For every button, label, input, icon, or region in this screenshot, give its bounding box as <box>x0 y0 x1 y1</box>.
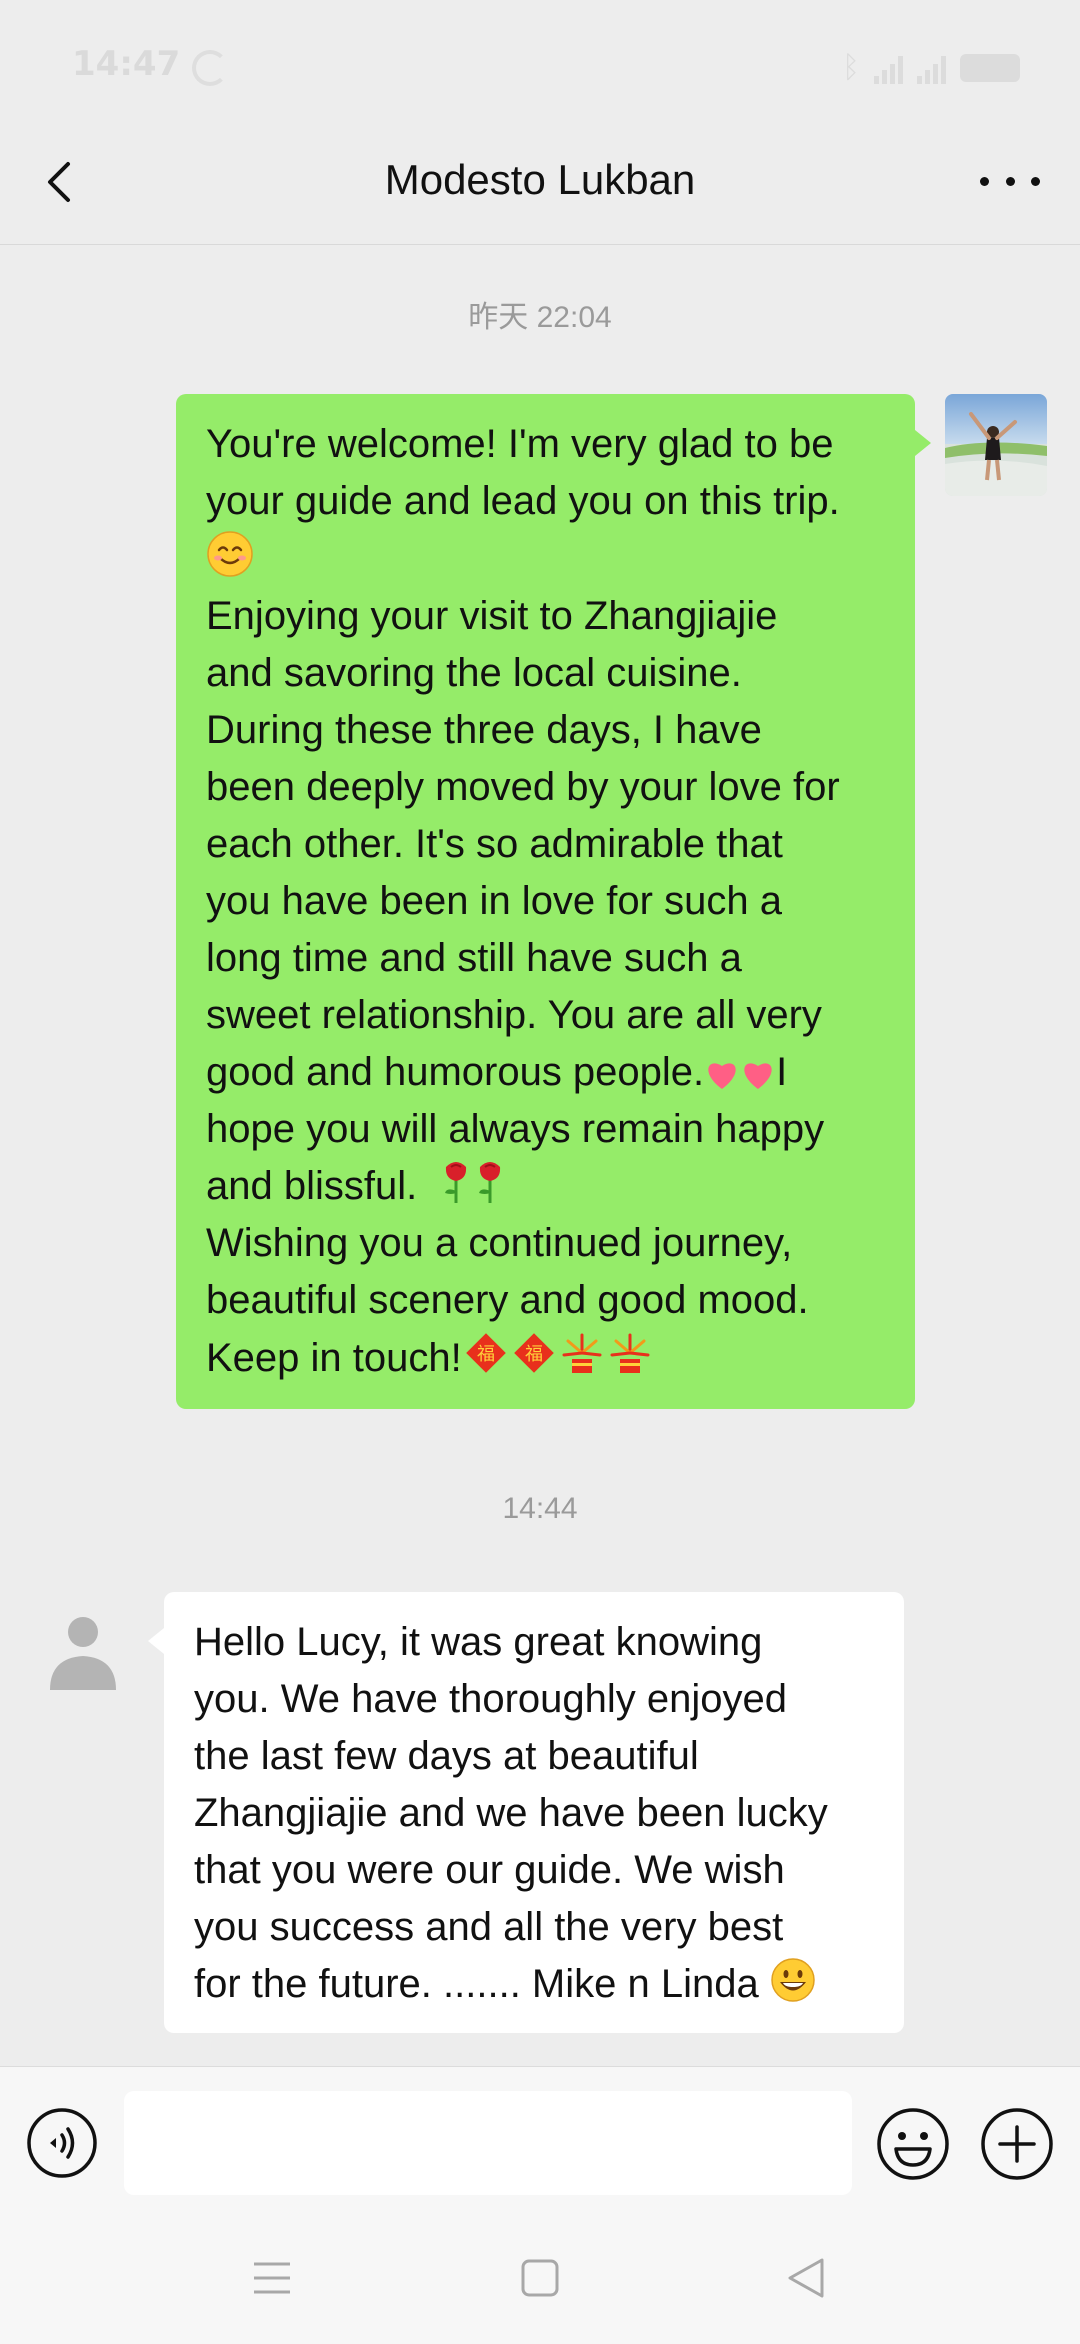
svg-text:福: 福 <box>525 1344 543 1365</box>
rose-emoji <box>445 1162 467 1203</box>
message-line: hope you will always remain happy <box>206 1107 825 1151</box>
message-line: you success and all the very best <box>194 1905 784 1949</box>
more-dot <box>1031 176 1040 186</box>
chat-header: Modesto Lukban <box>0 120 1080 245</box>
svg-text:福: 福 <box>477 1344 495 1365</box>
message-line: you have been in love for such a <box>206 879 782 923</box>
message-line: Zhangjiajie and we have been lucky <box>194 1791 828 1835</box>
status-icons: ᛒ <box>842 50 1020 85</box>
fortune-diamond-emoji: 福 <box>513 1333 554 1373</box>
default-person-icon <box>50 1617 116 1690</box>
sync-icon <box>192 50 228 86</box>
sent-message-bubble[interactable]: You're welcome! I'm very glad to be your… <box>176 394 931 1409</box>
message-text: and blissful. <box>206 1164 418 1208</box>
message-line: you. We have thoroughly enjoyed <box>194 1677 787 1721</box>
my-avatar[interactable] <box>945 394 1047 496</box>
fortune-diamond-emoji: 福 <box>465 1333 506 1373</box>
signal-icon-2 <box>917 52 946 84</box>
message-line: You're welcome! I'm very glad to be <box>206 422 834 466</box>
smiling-face-emoji <box>207 531 253 577</box>
message-text: Keep in touch! <box>206 1336 462 1380</box>
voice-icon <box>27 2108 97 2178</box>
smiley-icon <box>877 2108 949 2180</box>
chat-screen: 14:47 ᛒ Modesto Lukban 昨天 22:04 You're w… <box>0 0 1080 2344</box>
plus-circle-icon <box>981 2108 1053 2180</box>
message-line: been deeply moved by your love for <box>206 765 840 809</box>
message-timestamp: 昨天 22:04 <box>468 301 612 334</box>
message-line: Keep in touch! 福 福 <box>206 1329 893 1387</box>
heart-emoji <box>708 1063 736 1089</box>
status-time: 14:47 <box>72 44 181 84</box>
message-line: good and humorous people. I <box>206 1044 893 1101</box>
message-line: for the future. ....... Mike n Linda <box>194 1956 880 2013</box>
home-button[interactable] <box>520 2258 560 2298</box>
status-bar: 14:47 ᛒ <box>0 0 1080 120</box>
avatar-photo <box>945 394 1047 496</box>
back-triangle-icon <box>788 2258 824 2298</box>
fireworks-emoji <box>610 1333 650 1373</box>
voice-button[interactable] <box>26 2107 98 2179</box>
heart-emoji <box>744 1063 772 1089</box>
home-square-icon <box>521 2259 559 2297</box>
grinning-face-emoji <box>771 1958 815 2002</box>
message-input[interactable] <box>124 2091 852 2195</box>
fireworks-emoji <box>562 1333 602 1373</box>
message-line: sweet relationship. You are all very <box>206 993 822 1037</box>
message-text: good and humorous people. <box>206 1050 705 1094</box>
recents-button[interactable] <box>252 2258 292 2298</box>
message-line: Wishing you a continued journey, <box>206 1221 793 1265</box>
bluetooth-icon: ᛒ <box>842 50 860 85</box>
emoji-button[interactable] <box>876 2107 950 2181</box>
message-line: that you were our guide. We wish <box>194 1848 785 1892</box>
rose-emoji <box>479 1162 501 1203</box>
message-line: and blissful. <box>206 1158 893 1215</box>
system-back-button[interactable] <box>786 2256 826 2300</box>
system-nav-bar <box>0 2220 1080 2344</box>
message-line: During these three days, I have <box>206 708 762 752</box>
message-line: the last few days at beautiful <box>194 1734 699 1778</box>
more-dot <box>1005 176 1015 186</box>
message-timestamp: 14:44 <box>502 1492 578 1525</box>
received-message-bubble[interactable]: Hello Lucy, it was great knowing you. We… <box>148 1592 904 2033</box>
battery-icon <box>960 53 1020 82</box>
message-text: for the future. ....... Mike n Linda <box>194 1962 759 2006</box>
message-line: Hello Lucy, it was great knowing <box>194 1620 763 1664</box>
signal-icon <box>874 52 903 84</box>
more-button[interactable] <box>980 166 1040 196</box>
message-text: I <box>776 1050 788 1094</box>
message-line: each other. It's so admirable that <box>206 822 783 866</box>
more-options-button[interactable] <box>980 2107 1054 2181</box>
menu-icon <box>254 2262 290 2294</box>
message-line: beautiful scenery and good mood. <box>206 1278 809 1322</box>
message-line: your guide and lead you on this trip. <box>206 479 840 523</box>
message-line: long time and still have such a <box>206 936 742 980</box>
message-line <box>206 530 893 588</box>
chat-title: Modesto Lukban <box>384 156 696 203</box>
more-dot <box>980 176 989 186</box>
message-line: Enjoying your visit to Zhangjiajie <box>206 594 778 638</box>
contact-avatar[interactable] <box>32 1596 134 1698</box>
message-line: and savoring the local cuisine. <box>206 651 742 695</box>
input-bar <box>0 2066 1080 2221</box>
